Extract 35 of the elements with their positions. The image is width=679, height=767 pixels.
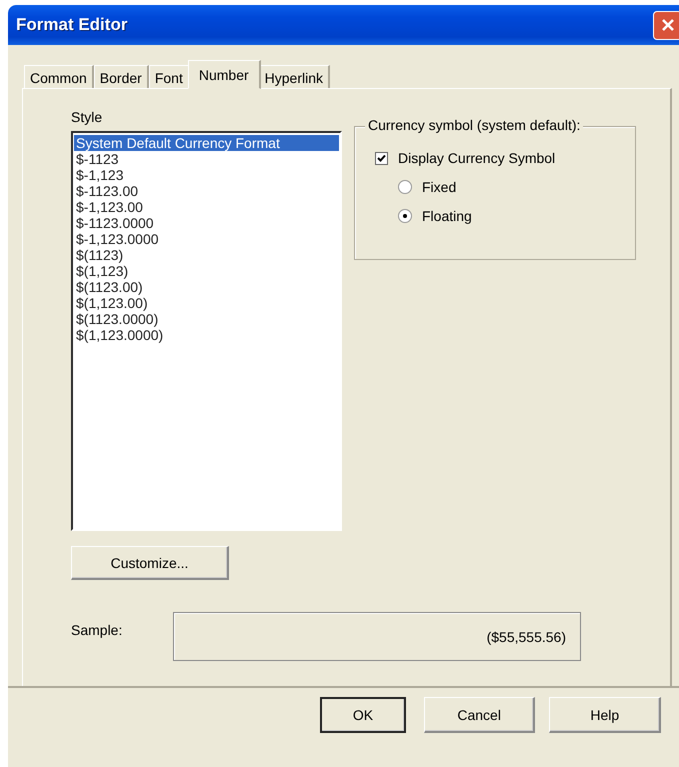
checkbox-label: Display Currency Symbol bbox=[398, 150, 556, 166]
style-label: Style bbox=[71, 109, 104, 127]
list-item[interactable]: $-1123 bbox=[74, 151, 339, 167]
group-title: Currency symbol (system default): bbox=[365, 117, 584, 133]
radio-label: Fixed bbox=[422, 178, 456, 194]
list-item[interactable]: $(1,123.0000) bbox=[74, 327, 339, 343]
list-item[interactable]: $(1,123) bbox=[74, 263, 339, 279]
list-item[interactable]: System Default Currency Format bbox=[74, 135, 339, 151]
radio-button[interactable] bbox=[398, 208, 412, 222]
radio-label: Floating bbox=[422, 208, 472, 224]
list-item[interactable]: $(1123.00) bbox=[74, 279, 339, 295]
tab[interactable]: Hyperlink bbox=[258, 65, 330, 89]
tab[interactable]: Font bbox=[148, 65, 190, 89]
close-button[interactable] bbox=[653, 10, 679, 40]
tab[interactable]: Number bbox=[188, 60, 261, 89]
list-item[interactable]: $-1,123.00 bbox=[74, 199, 339, 215]
sample-label: Sample: bbox=[71, 621, 124, 638]
dialog-button[interactable]: OK bbox=[320, 697, 406, 733]
tab[interactable]: Border bbox=[94, 65, 149, 89]
customize-button[interactable]: Customize... bbox=[71, 546, 229, 580]
close-icon bbox=[660, 17, 676, 33]
dialog-button[interactable]: Help bbox=[549, 697, 662, 733]
tab[interactable]: Common bbox=[24, 65, 94, 89]
radio-button[interactable] bbox=[398, 180, 412, 194]
list-item[interactable]: $(1,123.00) bbox=[74, 295, 339, 311]
list-item[interactable]: $-1123.00 bbox=[74, 183, 339, 199]
dialog-button[interactable]: Cancel bbox=[424, 697, 536, 733]
window-title: Format Editor bbox=[16, 15, 128, 35]
list-item[interactable]: $-1123.0000 bbox=[74, 215, 339, 231]
checkbox[interactable] bbox=[375, 152, 388, 164]
list-item[interactable]: $(1123.0000) bbox=[74, 311, 339, 327]
sample-field: ($55,555.56) bbox=[173, 612, 581, 661]
list-item[interactable]: $(1123) bbox=[74, 247, 339, 263]
list-item[interactable]: $-1,123.0000 bbox=[74, 231, 339, 247]
list-item[interactable]: $-1,123 bbox=[74, 167, 339, 183]
